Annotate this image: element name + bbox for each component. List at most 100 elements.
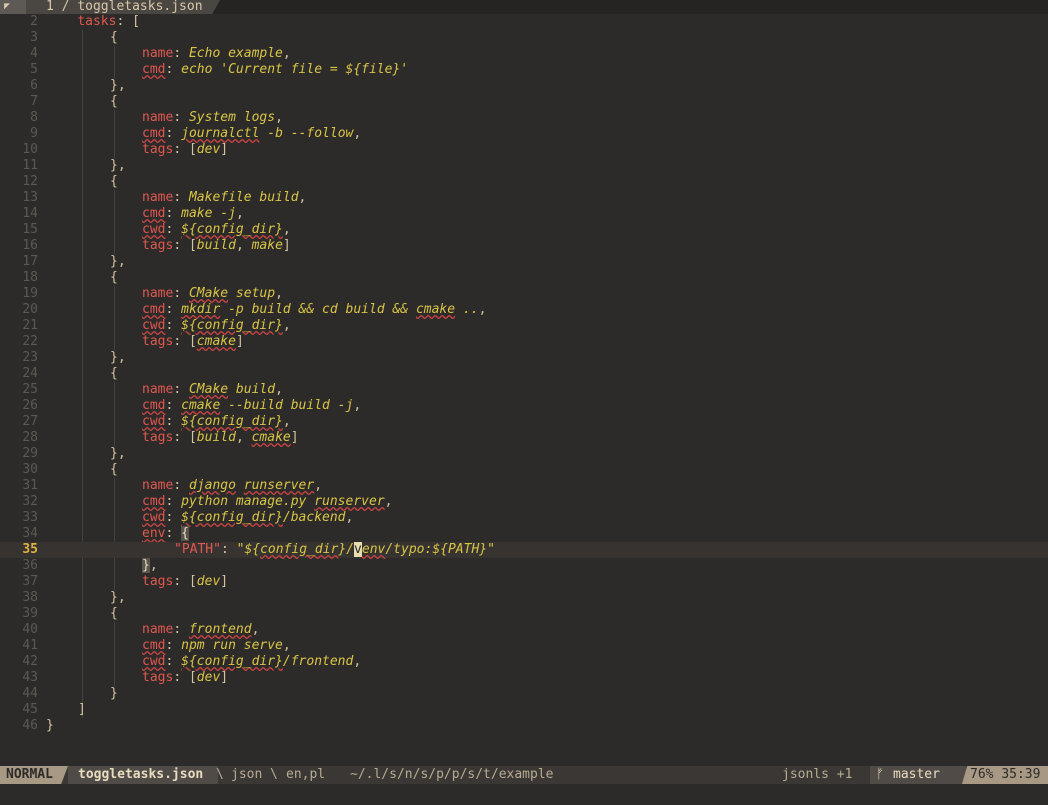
line-number: 41 — [22, 638, 38, 653]
status-cwd: ~/.l/s/n/s/p/p/s/t/example — [350, 767, 554, 782]
status-position: 76% 35:39 — [962, 766, 1048, 784]
code-line: 33 cwd: ${config_dir}/backend, — [0, 510, 1048, 526]
code-line: 42 cwd: ${config_dir}/frontend, — [0, 654, 1048, 670]
code-line: 25 name: CMake build, — [0, 382, 1048, 398]
line-number: 23 — [22, 350, 38, 365]
line-number: 5 — [30, 62, 38, 77]
code-line: 30{ — [0, 462, 1048, 478]
line-number: 15 — [22, 222, 38, 237]
line-number: 6 — [30, 78, 38, 93]
code-line: 32 cmd: python manage.py runserver, — [0, 494, 1048, 510]
line-number: 29 — [22, 446, 38, 461]
code-line: 43 tags: [dev] — [0, 670, 1048, 686]
code-line: 36}, — [0, 558, 1048, 574]
code-line: 29}, — [0, 446, 1048, 462]
line-number: 7 — [30, 94, 38, 109]
line-number: 42 — [22, 654, 38, 669]
line-number: 26 — [22, 398, 38, 413]
code-line: 7{ — [0, 94, 1048, 110]
line-number: 10 — [22, 142, 38, 157]
line-number: 2 — [30, 14, 38, 29]
status-branch: master — [893, 767, 940, 782]
line-number: 9 — [30, 126, 38, 141]
code-line: 38}, — [0, 590, 1048, 606]
code-line: 9 cmd: journalctl -b --follow, — [0, 126, 1048, 142]
line-number: 36 — [22, 558, 38, 573]
status-mode: NORMAL — [0, 766, 68, 784]
git-branch-icon: ᚠ — [876, 767, 884, 782]
code-line: 23}, — [0, 350, 1048, 366]
code-line: 6}, — [0, 78, 1048, 94]
status-lsp: jsonls +1 — [782, 767, 853, 782]
code-line: 8 name: System logs, — [0, 110, 1048, 126]
code-line: 5 cmd: echo 'Current file = ${file}' — [0, 62, 1048, 78]
status-separator: \ — [216, 767, 224, 782]
line-number: 18 — [22, 270, 38, 285]
code-line: 37 tags: [dev] — [0, 574, 1048, 590]
code-line: 19 name: CMake setup, — [0, 286, 1048, 302]
code-line: 11}, — [0, 158, 1048, 174]
code-line: 46} — [0, 718, 1048, 734]
line-number: 43 — [22, 670, 38, 685]
code-line: 20 cmd: mkdir -p build && cd build && cma… — [0, 302, 1048, 318]
status-filetype: json — [231, 767, 263, 782]
code-line: 18{ — [0, 270, 1048, 286]
tab-separator: / — [53, 0, 78, 14]
statusline: NORMAL toggletasks.json \ json \ en,pl ~… — [0, 766, 1048, 784]
line-number: 19 — [22, 286, 38, 301]
code-line: 13 name: Makefile build, — [0, 190, 1048, 206]
tab-number: 1 — [46, 0, 54, 14]
code-line: 3{ — [0, 30, 1048, 46]
code-line: 24{ — [0, 366, 1048, 382]
line-number: 46 — [22, 718, 38, 733]
command-line[interactable] — [0, 784, 1048, 805]
code-line: 28 tags: [build, cmake] — [0, 430, 1048, 446]
code-line: 16 tags: [build, make] — [0, 238, 1048, 254]
status-separator: \ — [270, 767, 278, 782]
line-number: 31 — [22, 478, 38, 493]
line-number: 37 — [22, 574, 38, 589]
code-line: 44} — [0, 686, 1048, 702]
line-number: 24 — [22, 366, 38, 381]
code-line: 31 name: django runserver, — [0, 478, 1048, 494]
line-number: 25 — [22, 382, 38, 397]
code-line-cursor: 35 "PATH": "${config_dir}/venv/typo:${PAT… — [0, 542, 1048, 558]
code-line: 27 cwd: ${config_dir}, — [0, 414, 1048, 430]
line-number: 4 — [30, 46, 38, 61]
status-percent: 76% — [970, 767, 994, 782]
code-line: 41 cmd: npm run serve, — [0, 638, 1048, 654]
code-line: 10 tags: [dev] — [0, 142, 1048, 158]
line-number: 16 — [22, 238, 38, 253]
line-number: 14 — [22, 206, 38, 221]
tabline-logo-icon: ◤ — [0, 0, 26, 14]
code-line: 17}, — [0, 254, 1048, 270]
code-line: 26 cmd: cmake --build build -j, — [0, 398, 1048, 414]
line-number: 32 — [22, 494, 38, 509]
line-number: 30 — [22, 462, 38, 477]
line-number: 39 — [22, 606, 38, 621]
line-number: 38 — [22, 590, 38, 605]
line-number: 45 — [22, 702, 38, 717]
line-number: 11 — [22, 158, 38, 173]
line-number: 17 — [22, 254, 38, 269]
code-line: 40 name: frontend, — [0, 622, 1048, 638]
code-line: 39{ — [0, 606, 1048, 622]
code-line: 22 tags: [cmake] — [0, 334, 1048, 350]
line-number: 40 — [22, 622, 38, 637]
line-number: 33 — [22, 510, 38, 525]
editor-buffer[interactable]: 2 tasks: [ 3{ 4 name: Echo example, 5 cmd:… — [0, 14, 1048, 766]
code-line: 12{ — [0, 174, 1048, 190]
line-number: 28 — [22, 430, 38, 445]
code-line: 2 tasks: [ — [0, 14, 1048, 30]
tabline: ◤ 1 / toggletasks.json — [0, 0, 1048, 14]
code-line: 14 cmd: make -j, — [0, 206, 1048, 222]
code-line: 21 cwd: ${config_dir}, — [0, 318, 1048, 334]
line-number: 12 — [22, 174, 38, 189]
text-cursor[interactable]: v — [354, 542, 362, 557]
code-line: 4 name: Echo example, — [0, 46, 1048, 62]
line-number: 8 — [30, 110, 38, 125]
tab-active[interactable]: 1 / toggletasks.json — [26, 0, 220, 14]
code-line: 45] — [0, 702, 1048, 718]
line-number: 27 — [22, 414, 38, 429]
line-number: 22 — [22, 334, 38, 349]
